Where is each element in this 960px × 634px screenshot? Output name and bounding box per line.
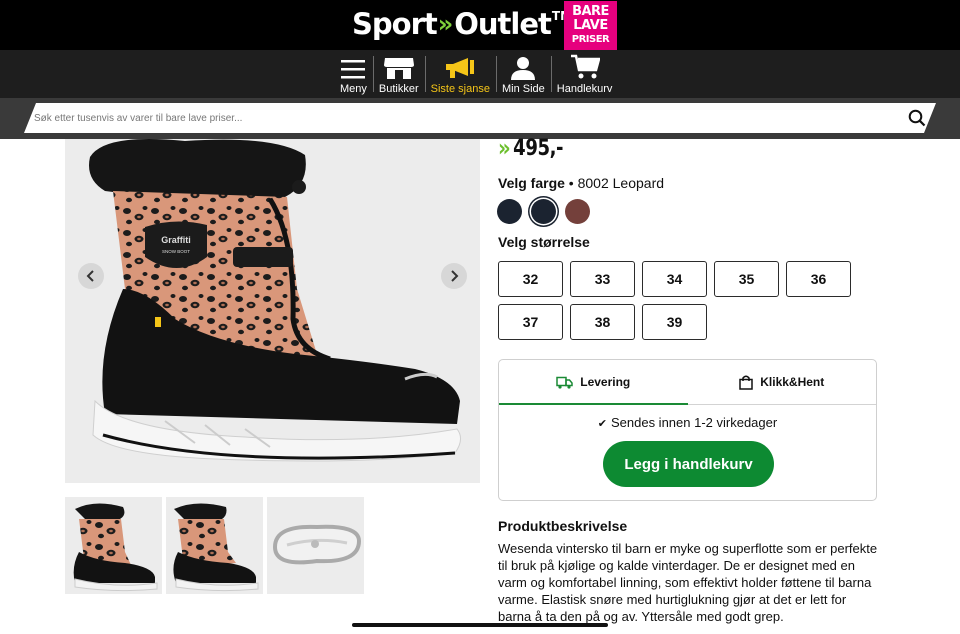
description-title: Produktbeskrivelse [498,518,628,534]
price-value: 495,- [513,135,564,161]
user-icon [511,57,536,80]
size-button[interactable]: 35 [714,261,779,297]
badge-line-1: BARE [572,4,609,19]
color-label-key: Velg farge [498,175,565,191]
badge-line-3: PRISER [571,34,610,45]
boot-thumbnail-image [173,503,259,592]
nav-item-butikker[interactable]: Butikker [372,50,425,98]
image-next-button[interactable] [441,263,467,289]
store-icon [383,58,414,79]
nav-item-min-side[interactable]: Min Side [495,50,551,98]
tab-label: Klikk&Hent [760,375,825,389]
badge-line-2: LAVE [573,18,608,33]
color-label-value: 8002 Leopard [577,175,665,191]
logo[interactable]: Sport » Outlet TM [352,6,572,42]
truck-icon [556,376,573,389]
size-button[interactable]: 37 [498,304,563,340]
bag-icon [739,375,753,390]
price-chevron: » [498,134,511,162]
color-swatches [497,199,590,224]
nav-item-handlekurv[interactable]: Handlekurv [550,50,619,98]
nav-item-siste-sjanse[interactable]: Siste sjanse [424,50,496,98]
thumbnail-2[interactable] [166,497,263,594]
color-swatch-2[interactable] [531,199,556,224]
nav-items: Meny Butikker Siste sjanse Min Side Hand… [334,50,618,98]
chevron-right-icon [451,270,459,282]
megaphone-icon [446,58,475,78]
color-swatch-3[interactable] [565,199,590,224]
boot-badge-subtext: SNOW BOOT [162,249,190,254]
home-indicator [352,623,608,627]
nav-label: Min Side [501,83,545,95]
nav-label: Meny [340,83,367,95]
nav-label: Butikker [378,83,419,95]
chevron-left-icon [86,270,94,282]
sole-thumbnail-image [272,524,362,565]
color-label: Velg farge • 8002 Leopard [498,175,664,191]
shipping-info: ✔ Sendes innen 1-2 virkedager [499,415,876,430]
thumbnail-1[interactable] [65,497,162,594]
nav-item-meny[interactable]: Meny [334,50,373,98]
delivery-box: Levering Klikk&Hent ✔ Sendes innen 1-2 vi… [498,359,877,501]
add-to-cart-button[interactable]: Legg i handlekurv [603,441,774,487]
size-label: Velg størrelse [498,234,590,250]
size-button[interactable]: 39 [642,304,707,340]
thumbnail-3[interactable] [267,497,364,594]
size-button[interactable]: 36 [786,261,851,297]
search-bar [0,98,960,139]
product-page: Sport » Outlet TM BARE LAVE PRISER Meny … [0,0,960,634]
bare-lave-priser-badge: BARE LAVE PRISER [564,1,617,54]
search-box [24,103,936,133]
size-button[interactable]: 32 [498,261,563,297]
logo-outlet-text: Outlet [454,7,552,41]
color-swatch-1[interactable] [497,199,522,224]
description-text: Wesenda vintersko til barn er myke og su… [498,541,878,624]
size-grid: 32 33 34 35 36 37 38 39 [498,261,858,340]
boot-image: Graffiti SNOW BOOT [89,139,461,462]
hamburger-icon [341,60,366,79]
color-label-separator: • [564,175,578,191]
size-button[interactable]: 33 [570,261,635,297]
delivery-tabs: Levering Klikk&Hent [499,360,876,405]
shipping-text: Sendes innen 1-2 virkedager [610,415,778,430]
size-button[interactable]: 38 [570,304,635,340]
thumbnail-strip [65,497,364,594]
product-main-image: Graffiti SNOW BOOT [65,139,480,483]
size-button[interactable]: 34 [642,261,707,297]
search-input[interactable] [24,113,884,124]
search-icon[interactable] [908,109,926,127]
boot-thumbnail-image [73,503,158,592]
logo-sport-text: Sport [352,7,438,41]
check-icon: ✔ [597,418,607,430]
logo-arrows: » [437,10,453,38]
cart-icon [570,54,600,79]
tab-levering[interactable]: Levering [499,360,688,405]
tab-klikk-hent[interactable]: Klikk&Hent [688,360,877,404]
boot-badge-text: Graffiti [161,235,191,245]
nav-label: Handlekurv [556,83,613,95]
product-price: » 495,- [498,134,564,162]
image-prev-button[interactable] [78,263,104,289]
top-bar: Sport » Outlet TM BARE LAVE PRISER [0,0,960,54]
tab-label: Levering [580,375,631,389]
nav-label: Siste sjanse [430,83,490,95]
nav-bar: Meny Butikker Siste sjanse Min Side Hand… [0,50,960,98]
